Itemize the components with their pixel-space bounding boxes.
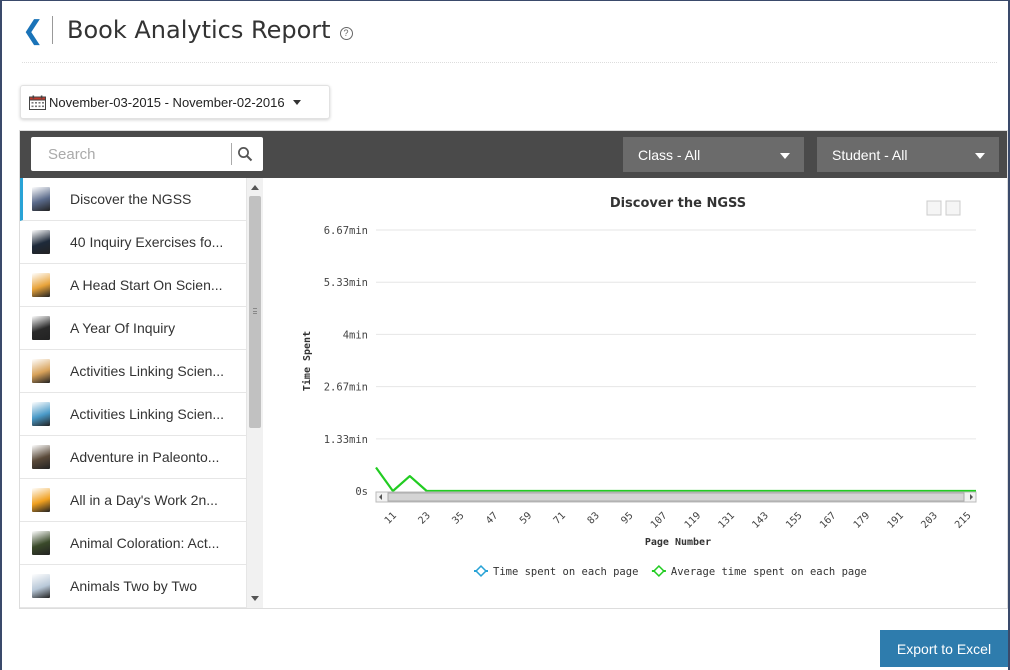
book-list-item[interactable]: Activities Linking Scien... (20, 350, 263, 393)
book-list: Discover the NGSS 40 Inquiry Exercises fo… (20, 178, 263, 608)
search-divider (231, 143, 232, 165)
x-tick-label: 11 (383, 510, 399, 526)
book-cover-thumbnail (32, 574, 50, 598)
book-title: Animal Coloration: Act... (70, 535, 220, 551)
book-title: All in a Day's Work 2n... (70, 492, 218, 508)
book-list-item[interactable]: All in a Day's Work 2n... (20, 479, 263, 522)
x-tick-label: 203 (919, 510, 940, 531)
scrollbar-thumb[interactable] (249, 196, 261, 428)
header-divider (52, 16, 53, 44)
x-tick-label: 83 (586, 510, 602, 526)
y-tick-label: 2.67min (324, 382, 368, 394)
y-tick-label: 5.33min (324, 277, 368, 289)
x-tick-label: 107 (649, 510, 670, 531)
back-button[interactable]: ❮ (22, 17, 44, 43)
report-panel: Class - All Student - All Discover the N… (19, 130, 1008, 609)
class-filter-label: Class - All (638, 146, 701, 163)
x-tick-label: 35 (450, 510, 466, 526)
book-list-item[interactable]: Animals Two by Two (20, 565, 263, 608)
export-to-excel-button[interactable]: Export to Excel (880, 630, 1008, 667)
header-rule (22, 62, 997, 63)
filter-toolbar: Class - All Student - All (20, 131, 1007, 178)
book-cover-thumbnail (32, 316, 50, 340)
book-cover-thumbnail (32, 402, 50, 426)
y-tick-label: 1.33min (324, 434, 368, 446)
student-filter-dropdown[interactable]: Student - All (817, 137, 999, 172)
chevron-down-icon (780, 153, 790, 159)
legend-label: Average time spent on each page (671, 566, 867, 578)
book-list-scrollbar[interactable] (246, 178, 263, 608)
class-filter-dropdown[interactable]: Class - All (623, 137, 804, 172)
legend-label: Time spent on each page (493, 566, 638, 578)
book-list-item[interactable]: A Head Start On Scien... (20, 264, 263, 307)
x-tick-label: 155 (784, 510, 805, 531)
date-range-label: November-03-2015 - November-02-2016 (49, 94, 285, 110)
book-title: A Year Of Inquiry (70, 320, 176, 336)
date-range-picker[interactable]: November-03-2015 - November-02-2016 (20, 85, 330, 119)
x-tick-label: 59 (518, 510, 534, 526)
book-cover-thumbnail (32, 531, 50, 555)
x-tick-label: 191 (886, 510, 907, 531)
x-tick-label: 47 (484, 510, 500, 526)
x-tick-label: 95 (619, 510, 635, 526)
book-cover-thumbnail (32, 445, 50, 469)
grip-icon (253, 308, 257, 314)
calendar-icon (29, 95, 46, 110)
page-header: ❮ Book Analytics Report ? (22, 10, 353, 50)
y-tick-label: 0s (355, 486, 368, 498)
legend-marker-diamond (474, 564, 488, 578)
zoom-in-icon (926, 200, 942, 216)
x-tick-label: 215 (953, 510, 974, 531)
zoom-reset-icon (945, 200, 961, 216)
y-tick-label: 4min (343, 329, 368, 341)
book-list-item[interactable]: 40 Inquiry Exercises fo... (20, 221, 263, 264)
x-tick-label: 167 (818, 510, 839, 531)
book-cover-thumbnail (32, 273, 50, 297)
book-list-item[interactable]: Adventure in Paleonto... (20, 436, 263, 479)
chart-title: Discover the NGSS (610, 196, 746, 211)
book-list-item[interactable]: Animal Coloration: Act... (20, 522, 263, 565)
book-title: Animals Two by Two (70, 578, 198, 594)
help-icon[interactable]: ? (339, 26, 353, 40)
x-tick-label: 23 (417, 510, 433, 526)
search-icon[interactable] (237, 146, 253, 162)
book-cover-thumbnail (32, 488, 50, 512)
book-cover-thumbnail (32, 187, 50, 211)
book-title: Adventure in Paleonto... (70, 449, 220, 465)
range-scrollbar-thumb (387, 492, 965, 502)
book-cover-thumbnail (32, 230, 50, 254)
x-tick-label: 179 (852, 510, 873, 531)
book-list-item[interactable]: Activities Linking Scien... (20, 393, 263, 436)
legend-marker-diamond (652, 564, 665, 578)
x-tick-label: 119 (683, 510, 704, 531)
chevron-down-icon (292, 99, 301, 105)
book-title: Discover the NGSS (70, 191, 192, 207)
book-list-item[interactable]: Discover the NGSS (20, 178, 263, 221)
book-title: A Head Start On Scien... (70, 277, 223, 293)
y-tick-label: 6.67min (324, 225, 368, 237)
book-title: 40 Inquiry Exercises fo... (70, 234, 224, 250)
book-title: Activities Linking Scien... (70, 363, 225, 379)
scroll-down-arrow-icon[interactable] (251, 596, 259, 601)
page-title: Book Analytics Report (67, 16, 331, 44)
x-axis-label: Page Number (645, 537, 711, 548)
x-tick-label: 131 (717, 510, 738, 531)
search-input[interactable] (31, 137, 231, 171)
student-filter-label: Student - All (832, 146, 908, 163)
time-spent-chart: Discover the NGSS 0s 1.33min 2.67min 4min 5.3… (264, 178, 1006, 608)
y-axis-label: Time Spent (301, 331, 313, 391)
series-line (375, 466, 976, 493)
book-title: Activities Linking Scien... (70, 406, 225, 422)
scroll-up-arrow-icon[interactable] (251, 185, 259, 190)
book-list-item[interactable]: A Year Of Inquiry (20, 307, 263, 350)
chevron-down-icon (975, 153, 985, 159)
x-tick-label: 71 (552, 510, 568, 526)
chart-canvas: Discover the NGSS 0s 1.33min 2.67min 4min 5.3… (301, 196, 977, 578)
book-cover-thumbnail (32, 359, 50, 383)
x-tick-label: 143 (750, 510, 771, 531)
search-box (31, 137, 263, 171)
